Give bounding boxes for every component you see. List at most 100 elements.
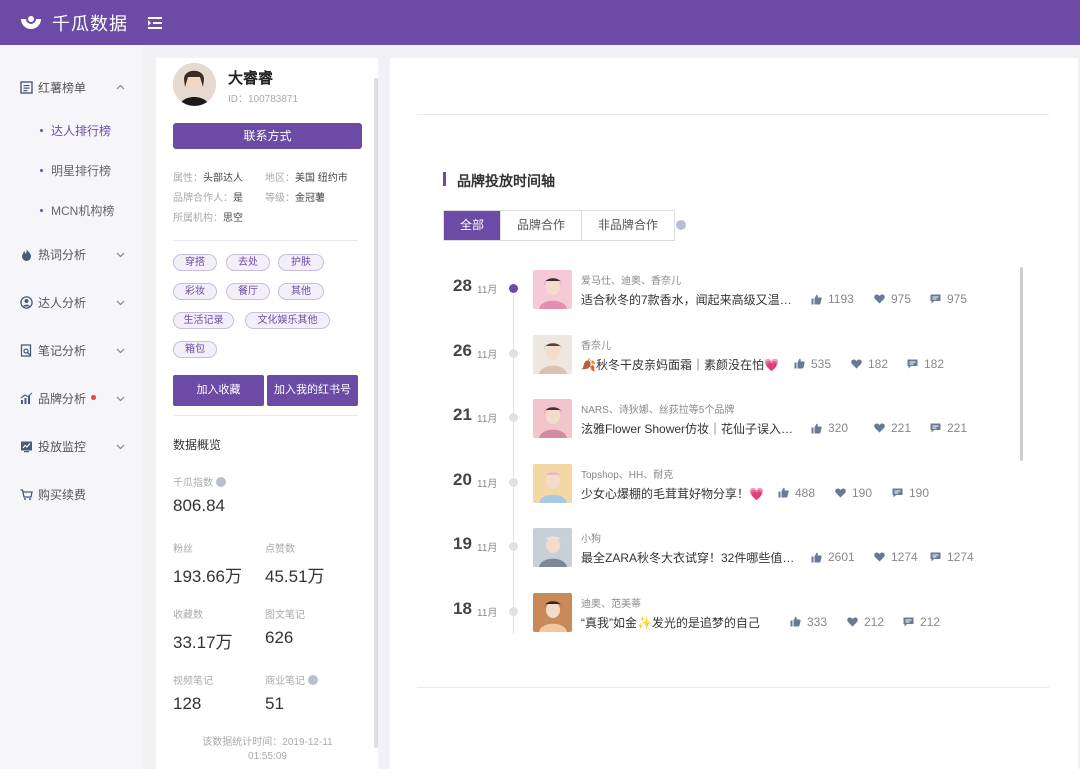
sidebar-subitem-mcn-rank[interactable]: MCN机构榜 xyxy=(0,197,143,223)
stat-biz-notes-value: 51 xyxy=(265,694,284,713)
post-thumbnail[interactable] xyxy=(533,463,572,503)
comment-icon xyxy=(907,359,918,368)
stat-image-notes-value: 626 xyxy=(265,628,294,647)
entry-comments: 182 xyxy=(907,357,944,371)
tab-all[interactable]: 全部 xyxy=(444,211,502,240)
stat-time: 该数据统计时间：2019-12-11 01:55:09 xyxy=(202,737,333,762)
tab-brand-cooperation[interactable]: 品牌合作 xyxy=(501,211,583,240)
entry-title[interactable]: 适合秋冬的7款香水，闻起来高级又温柔的 xyxy=(581,291,801,308)
sidebar-subitem-label: MCN机构榜 xyxy=(51,203,115,218)
entry-month: 11月 xyxy=(477,414,498,425)
notification-dot xyxy=(91,395,96,400)
chevron-down-icon xyxy=(116,300,125,305)
thumb-up-icon xyxy=(811,294,822,304)
add-to-my-accounts-button[interactable]: 加入我的红书号 xyxy=(267,375,358,406)
divider xyxy=(417,687,1049,688)
entry-likes: 320 xyxy=(811,421,848,435)
heart-icon xyxy=(874,423,885,433)
sidebar-subitem-influencer-rank[interactable]: 达人排行榜 xyxy=(0,117,143,143)
entry-title[interactable]: 少女心爆棚的毛茸茸好物分享！💗 xyxy=(581,485,768,502)
bullet-icon xyxy=(40,208,43,212)
tag[interactable]: 去处 xyxy=(226,254,270,271)
tag[interactable]: 穿搭 xyxy=(173,254,217,271)
tag[interactable]: 生活记录 xyxy=(173,312,234,329)
post-thumbnail[interactable] xyxy=(533,270,572,309)
sidebar-item-notes[interactable]: 笔记分析 xyxy=(0,335,143,365)
entry-title[interactable]: “真我”如金✨发光的是追梦的自己 xyxy=(581,614,780,631)
attr-partner: 品牌合作人：是 xyxy=(173,193,243,204)
attr-level: 等级：金冠薯 xyxy=(265,193,325,204)
tag[interactable]: 彩妆 xyxy=(173,283,217,300)
entry-likes: 535 xyxy=(794,357,831,371)
sidebar-subitem-label: 达人排行榜 xyxy=(51,123,112,138)
tag[interactable]: 其他 xyxy=(278,283,324,300)
heart-icon xyxy=(847,617,858,626)
entry-day: 21 xyxy=(453,405,472,424)
info-icon[interactable] xyxy=(676,220,686,230)
timeline-entry[interactable]: 28 11月 爱马仕、迪奥、香奈儿 适合秋冬的7款香水，闻起来高级又温柔的 1193 97… xyxy=(390,270,1078,334)
entry-title[interactable]: 最全ZARA秋冬大衣试穿！32件哪些值得买 xyxy=(581,549,801,566)
chevron-down-icon xyxy=(116,252,125,257)
tag[interactable]: 护肤 xyxy=(278,254,324,271)
entry-brands: 迪奥、范美蒂 xyxy=(581,598,641,610)
tag[interactable]: 餐厅 xyxy=(226,283,270,300)
entry-comments: 212 xyxy=(903,615,940,629)
sidebar-subitem-label: 明星排行榜 xyxy=(51,163,112,178)
bullet-icon xyxy=(40,128,43,132)
avatar[interactable] xyxy=(173,63,216,106)
stat-biz-notes-label: 商业笔记 xyxy=(265,672,318,687)
divider xyxy=(173,415,358,416)
add-favorite-button[interactable]: 加入收藏 xyxy=(173,375,264,406)
note-search-icon xyxy=(20,343,32,357)
profile-card: 大睿睿 ID：100783871 联系方式 属性：头部达人 地区：美国 纽约市 … xyxy=(156,58,378,769)
entry-comments: 975 xyxy=(930,292,967,306)
timeline-entry[interactable]: 26 11月 香奈儿 🍂秋冬干皮亲妈面霜｜素颜没在怕💗 535 182 182 xyxy=(390,334,1078,399)
post-thumbnail[interactable] xyxy=(533,334,572,374)
sidebar-item-red-lists[interactable]: 红薯榜单 xyxy=(0,72,143,102)
timeline-entry[interactable]: 20 11月 Topshop、HH、耐克 少女心爆棚的毛茸茸好物分享！💗 488 190 1… xyxy=(390,463,1078,528)
timeline-entry[interactable]: 19 11月 小狗 最全ZARA秋冬大衣试穿！32件哪些值得买 2601 1274 1274 xyxy=(390,528,1078,592)
sidebar-item-label: 品牌分析 xyxy=(38,391,87,406)
entry-title[interactable]: 泫雅Flower Shower仿妆｜花仙子误入人间 xyxy=(581,420,801,437)
thumb-up-icon xyxy=(794,358,805,369)
comment-icon xyxy=(930,294,941,304)
timeline-dot xyxy=(509,348,518,358)
chevron-up-icon xyxy=(116,84,125,89)
sidebar-subitem-celebrity-rank[interactable]: 明星排行榜 xyxy=(0,157,143,183)
entry-brands: 小狗 xyxy=(581,534,601,545)
stat-index-value: 806.84 xyxy=(173,496,225,515)
thumb-up-icon xyxy=(811,423,822,433)
stat-collect-label: 收藏数 xyxy=(173,610,203,621)
entry-collects: 182 xyxy=(851,357,888,371)
entry-title[interactable]: 🍂秋冬干皮亲妈面霜｜素颜没在怕💗 xyxy=(581,356,784,373)
top-bar: 千瓜数据 xyxy=(0,0,1080,45)
contact-button[interactable]: 联系方式 xyxy=(173,123,362,149)
info-icon[interactable] xyxy=(216,477,226,487)
timeline-dot xyxy=(509,542,518,551)
logo-text: 千瓜数据 xyxy=(52,13,128,34)
info-icon[interactable] xyxy=(308,675,318,685)
stat-image-notes-label: 图文笔记 xyxy=(265,610,305,621)
tab-non-brand-cooperation[interactable]: 非品牌合作 xyxy=(582,211,674,240)
entry-collects: 212 xyxy=(847,615,884,629)
sidebar-item-brand[interactable]: 品牌分析 xyxy=(0,383,143,413)
profile-scrollbar[interactable] xyxy=(374,78,378,748)
stat-video-notes-label: 视频笔记 xyxy=(173,676,213,687)
thumb-up-icon xyxy=(778,487,789,498)
sidebar-item-monitor[interactable]: 投放监控 xyxy=(0,431,143,461)
sidebar-item-purchase[interactable]: 购买续费 xyxy=(0,479,143,509)
menu-toggle-icon[interactable] xyxy=(148,16,162,30)
entry-brands: 爱马仕、迪奥、香奈儿 xyxy=(581,276,681,287)
stat-fans-value: 193.66万 xyxy=(173,567,242,586)
heart-icon xyxy=(874,294,885,304)
timeline-entry[interactable]: 18 11月 迪奥、范美蒂 “真我”如金✨发光的是追梦的自己 333 212 212 xyxy=(390,592,1078,657)
sidebar-item-hotword[interactable]: 热词分析 xyxy=(0,239,143,269)
tag[interactable]: 箱包 xyxy=(173,341,217,358)
timeline-entry[interactable]: 21 11月 NARS、诗狄娜、丝荻拉等5个品牌 泫雅Flower Shower仿妆｜… xyxy=(390,399,1078,463)
sidebar-item-influencer[interactable]: 达人分析 xyxy=(0,287,143,317)
timeline-dot xyxy=(509,284,518,293)
post-thumbnail[interactable] xyxy=(533,592,572,632)
post-thumbnail[interactable] xyxy=(533,528,572,567)
post-thumbnail[interactable] xyxy=(533,399,572,438)
tag[interactable]: 文化娱乐其他 xyxy=(245,312,330,329)
